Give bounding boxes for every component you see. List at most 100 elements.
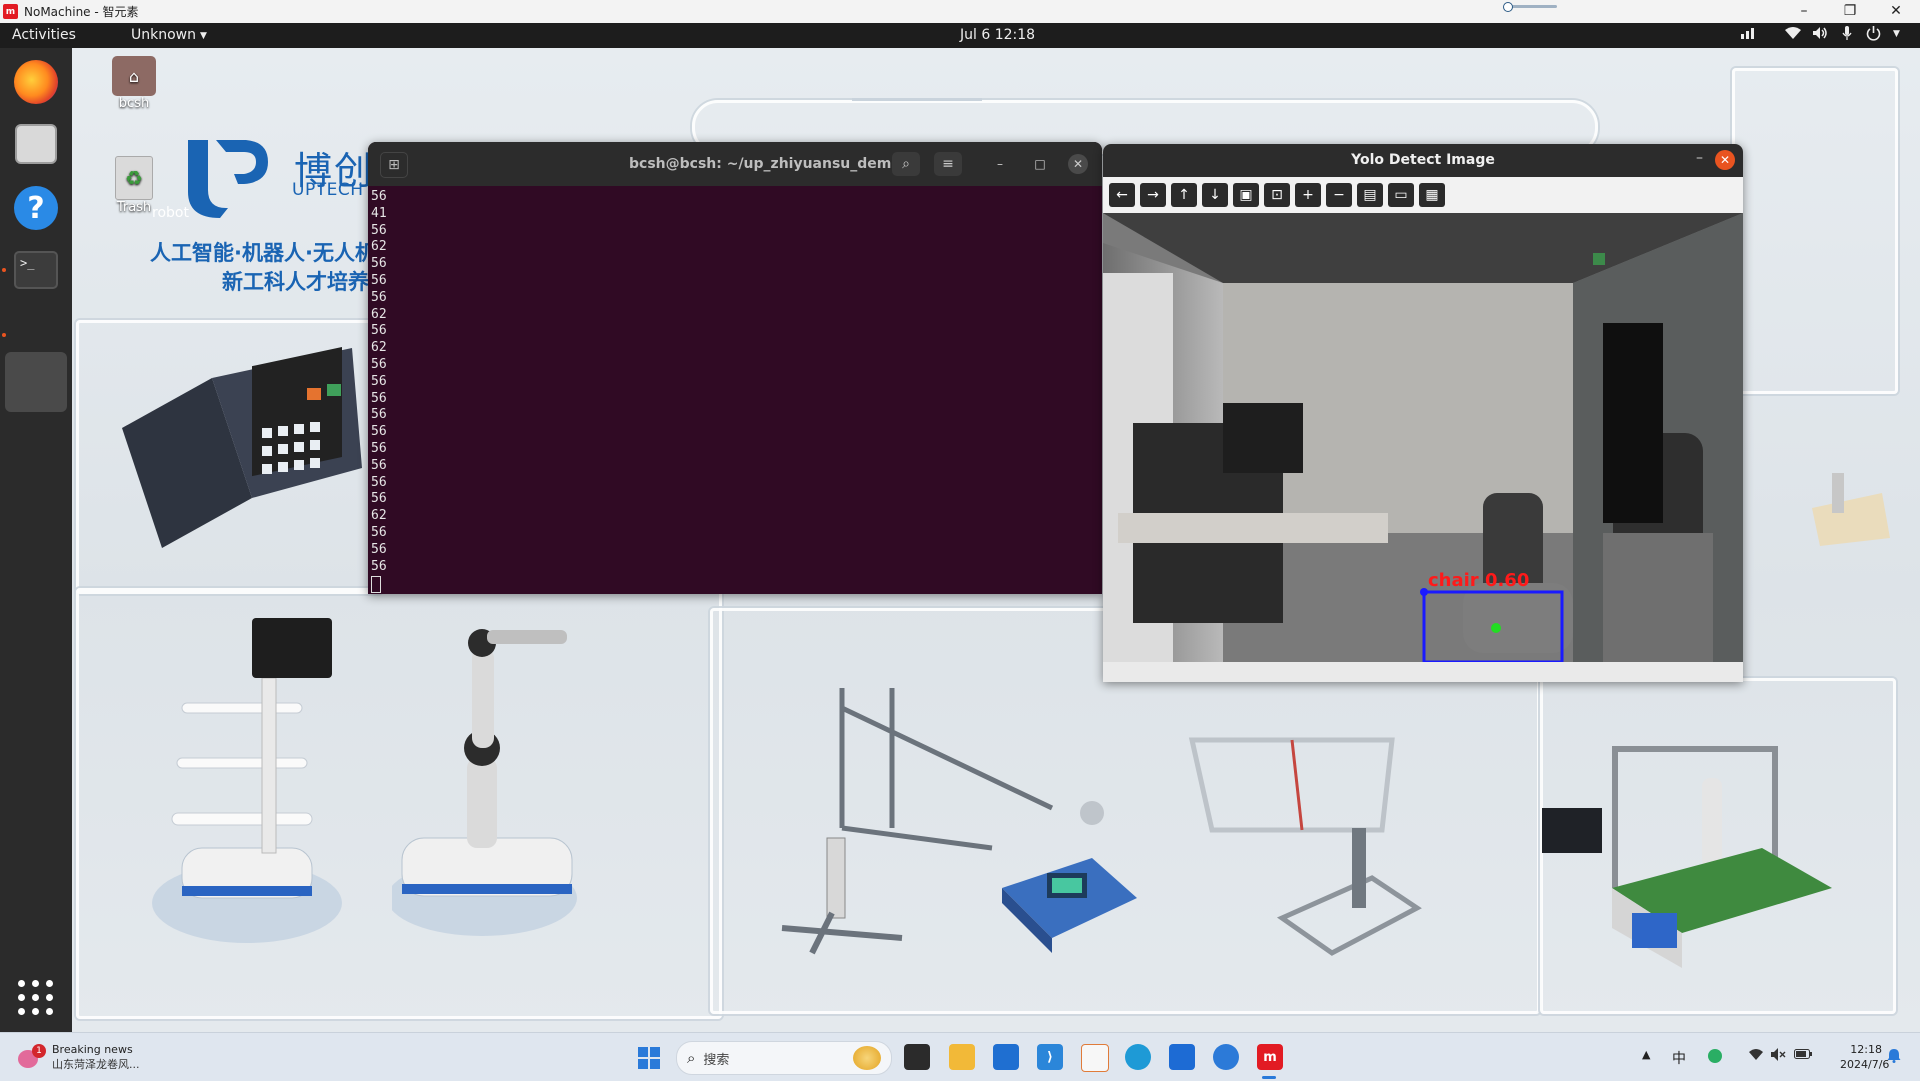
start-tile bbox=[638, 1059, 648, 1069]
app-menu[interactable]: Unknown ▼ bbox=[131, 27, 207, 43]
properties-icon[interactable]: ▦ bbox=[1419, 183, 1445, 207]
nomachine-icon[interactable]: m bbox=[1257, 1044, 1283, 1070]
terminal-line: 56 bbox=[371, 474, 387, 490]
search-icon: ⌕ bbox=[902, 156, 910, 172]
yolo-minimize-button[interactable]: – bbox=[1696, 150, 1703, 166]
vscode-icon[interactable]: ⟩ bbox=[1037, 1044, 1063, 1070]
down-icon[interactable]: ↓ bbox=[1202, 183, 1228, 207]
copy-icon[interactable]: ▭ bbox=[1388, 183, 1414, 207]
terminal-line: 56 bbox=[371, 524, 387, 540]
terminal-lines: 56 41 56 62 56 56 56 62 56 62 56 56 56 56 56 56 56 56 56 62… bbox=[371, 189, 1102, 575]
microphone-icon[interactable] bbox=[1842, 26, 1852, 45]
image-zoom-icon[interactable]: ⊡ bbox=[1264, 183, 1290, 207]
search-icon: ⌕ bbox=[687, 1049, 696, 1067]
yolo-toolbar: ← → ↑ ↓ ▣ ⊡ + − ▤ ▭ ▦ bbox=[1103, 177, 1743, 213]
file-explorer-icon[interactable] bbox=[904, 1044, 930, 1070]
detection-corner-point bbox=[1420, 588, 1428, 596]
running-indicator bbox=[2, 268, 6, 272]
slider-knob[interactable] bbox=[1503, 2, 1513, 12]
nomachine-restore-button[interactable]: ❐ bbox=[1827, 0, 1873, 22]
slider-track bbox=[1509, 5, 1557, 8]
terminal-search-button[interactable]: ⌕ bbox=[892, 152, 920, 176]
xy-table-illustration bbox=[1276, 828, 1422, 956]
nomachine-close-button[interactable]: ✕ bbox=[1873, 0, 1919, 22]
terminal-cursor bbox=[371, 576, 381, 594]
yolo-close-button[interactable]: ✕ bbox=[1715, 150, 1735, 170]
yolo-header[interactable]: Yolo Detect Image – ✕ bbox=[1103, 144, 1743, 177]
network-wired-icon[interactable] bbox=[1740, 26, 1756, 44]
remote-desktop-icon[interactable] bbox=[1169, 1044, 1195, 1070]
yolo-status-bar bbox=[1103, 662, 1743, 682]
terminal-close-button[interactable]: ✕ bbox=[1068, 154, 1088, 174]
terminal-minimize-button[interactable]: – bbox=[990, 154, 1010, 174]
office-icon[interactable] bbox=[1081, 1044, 1109, 1072]
clock-time: 12:18 bbox=[1850, 1043, 1882, 1056]
show-applications-button[interactable] bbox=[18, 980, 54, 1016]
volume-icon[interactable] bbox=[1812, 26, 1828, 44]
image-icon[interactable]: ▣ bbox=[1233, 183, 1259, 207]
wallpaper-frame bbox=[1732, 68, 1898, 394]
terminal-header[interactable]: ⊞ bcsh@bcsh: ~/up_zhiyuansu_demo ⌕ ≡ – □… bbox=[368, 142, 1102, 186]
activities-button[interactable]: Activities bbox=[12, 27, 76, 43]
volume-muted-icon[interactable] bbox=[1770, 1048, 1786, 1065]
up-icon[interactable]: ↑ bbox=[1171, 183, 1197, 207]
back-icon[interactable]: ← bbox=[1109, 183, 1135, 207]
news-badge: 1 bbox=[32, 1044, 46, 1058]
wechat-tray-icon[interactable] bbox=[1708, 1049, 1722, 1063]
terminal-line: 56 bbox=[371, 407, 387, 423]
dock-help[interactable]: ? bbox=[10, 182, 62, 234]
wifi-icon[interactable] bbox=[1748, 1048, 1764, 1065]
terminal-line: 56 bbox=[371, 541, 387, 557]
terminal-line: 56 bbox=[371, 558, 387, 574]
windows-start-button[interactable] bbox=[638, 1047, 660, 1069]
zoom-in-icon[interactable]: + bbox=[1295, 183, 1321, 207]
zoom-out-icon[interactable]: − bbox=[1326, 183, 1352, 207]
nomachine-titlebar[interactable]: m NoMachine - 智元素 – ❐ ✕ bbox=[0, 0, 1920, 24]
wifi-icon[interactable] bbox=[1784, 26, 1802, 44]
nomachine-quality-slider[interactable] bbox=[1503, 2, 1559, 12]
taskbar-search-box[interactable]: ⌕ 搜索 bbox=[676, 1041, 892, 1075]
terminal-line: 56 bbox=[371, 390, 387, 406]
system-clock[interactable]: 12:18 2024/7/6 bbox=[1840, 1042, 1889, 1072]
grid-dot bbox=[32, 980, 39, 987]
ime-indicator[interactable]: 中 bbox=[1672, 1048, 1686, 1068]
feishu-icon[interactable] bbox=[1213, 1044, 1239, 1070]
desktop-icon-label: Trash bbox=[116, 200, 152, 215]
notification-bell-icon[interactable] bbox=[1887, 1048, 1901, 1067]
topbar-clock[interactable]: Jul 6 12:18 bbox=[960, 27, 1035, 43]
yolo-detect-window[interactable]: Yolo Detect Image – ✕ ← → ↑ ↓ ▣ ⊡ + − ▤ ▭ ▦ bbox=[1103, 144, 1743, 682]
terminal-line: 56 bbox=[371, 440, 387, 456]
dropdown-icon[interactable]: ▼ bbox=[1893, 29, 1900, 39]
grid-dot bbox=[32, 994, 39, 1001]
terminal-window[interactable]: ⊞ bcsh@bcsh: ~/up_zhiyuansu_demo ⌕ ≡ – □… bbox=[368, 142, 1102, 594]
save-icon[interactable]: ▤ bbox=[1357, 183, 1383, 207]
dock-firefox[interactable] bbox=[10, 56, 62, 108]
power-icon[interactable] bbox=[1866, 26, 1881, 45]
dock-running-app[interactable] bbox=[5, 352, 67, 412]
files-icon bbox=[15, 124, 57, 164]
folder-icon[interactable] bbox=[949, 1044, 975, 1070]
robot-arm-base-illustration bbox=[392, 629, 577, 936]
terminal-output[interactable]: 56 41 56 62 56 56 56 62 56 62 56 56 56 56 56 56 56 56 56 62… bbox=[368, 186, 1102, 594]
nomachine-minimize-button[interactable]: – bbox=[1781, 0, 1827, 22]
grid-dot bbox=[18, 1008, 25, 1015]
start-tile bbox=[650, 1047, 660, 1057]
battery-icon[interactable] bbox=[1794, 1048, 1812, 1064]
dock-files[interactable] bbox=[10, 118, 62, 170]
small-arm-illustration bbox=[1812, 473, 1890, 546]
news-widget[interactable]: 1 Breaking news 山东菏泽龙卷风... bbox=[18, 1042, 140, 1072]
chevron-down-icon: ▼ bbox=[200, 31, 207, 41]
edge-icon[interactable] bbox=[1125, 1044, 1151, 1070]
show-hidden-icons-chevron-icon[interactable]: ▲ bbox=[1642, 1048, 1650, 1061]
terminal-menu-button[interactable]: ≡ bbox=[934, 152, 962, 176]
news-subtitle: 山东菏泽龙卷风... bbox=[52, 1058, 140, 1071]
terminal-maximize-button[interactable]: □ bbox=[1030, 154, 1050, 174]
desktop-icon-home[interactable]: ⌂ bcsh bbox=[102, 56, 166, 111]
camera-frame[interactable]: chair 0.60 bbox=[1103, 213, 1743, 662]
terminal-icon: >_ bbox=[14, 251, 58, 289]
store-icon[interactable] bbox=[993, 1044, 1019, 1070]
desktop-icon-trash[interactable]: ♻ Trash bbox=[102, 156, 166, 215]
terminal-line: 56 bbox=[371, 289, 387, 305]
dock-terminal[interactable]: >_ bbox=[10, 244, 62, 296]
forward-icon[interactable]: → bbox=[1140, 183, 1166, 207]
